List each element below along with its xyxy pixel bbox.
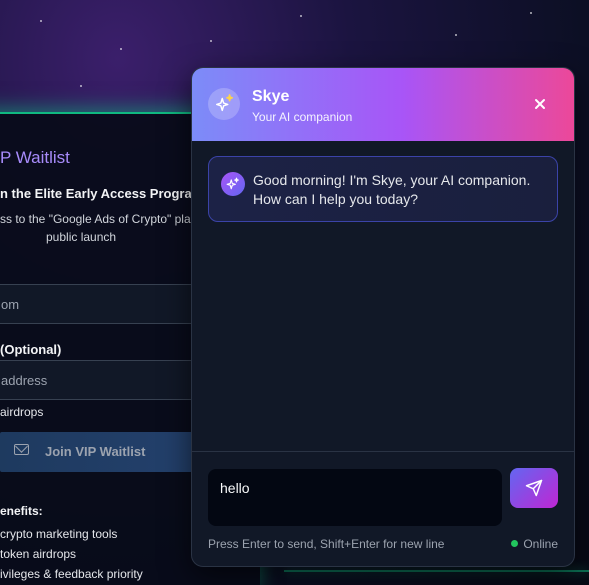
benefits-heading: enefits:: [0, 504, 43, 518]
input-divider: [192, 451, 574, 452]
waitlist-description-line1: ss to the "Google Ads of Crypto" pla: [0, 212, 191, 226]
chat-widget: Skye Your AI companion Good morning! I'm…: [191, 67, 575, 567]
wallet-label: (Optional): [0, 342, 62, 357]
sparkles-icon: [221, 172, 245, 196]
benefit-item: token airdrops: [0, 547, 77, 561]
sparkles-icon: [208, 88, 240, 120]
airdrop-option[interactable]: airdrops: [0, 405, 43, 419]
bot-message: Good morning! I'm Skye, your AI companio…: [208, 156, 558, 222]
online-dot: [511, 540, 519, 547]
send-button[interactable]: [510, 468, 558, 508]
chat-header: Skye Your AI companion: [192, 68, 574, 141]
waitlist-title: P Waitlist: [0, 148, 70, 167]
assistant-tagline: Your AI companion: [252, 110, 353, 124]
status-label: Online: [523, 537, 558, 551]
close-icon[interactable]: [532, 96, 548, 112]
neon-glow-line: [284, 570, 589, 572]
wallet-placeholder: address: [1, 373, 48, 388]
waitlist-description-line2: public launch: [46, 230, 117, 244]
benefit-item: crypto marketing tools: [0, 527, 118, 541]
join-button-label: Join VIP Waitlist: [45, 444, 146, 459]
online-status: Online: [511, 537, 558, 551]
send-icon: [525, 479, 543, 497]
input-hint: Press Enter to send, Shift+Enter for new…: [208, 537, 445, 551]
bot-message-text: Good morning! I'm Skye, your AI companio…: [253, 172, 531, 207]
email-placeholder: om: [1, 297, 20, 312]
mail-icon: [14, 444, 29, 455]
benefit-item: ivileges & feedback priority: [0, 567, 143, 581]
assistant-name: Skye: [252, 88, 290, 105]
chat-message-input[interactable]: [208, 469, 502, 526]
waitlist-subtitle: n the Elite Early Access Progra: [0, 186, 192, 201]
